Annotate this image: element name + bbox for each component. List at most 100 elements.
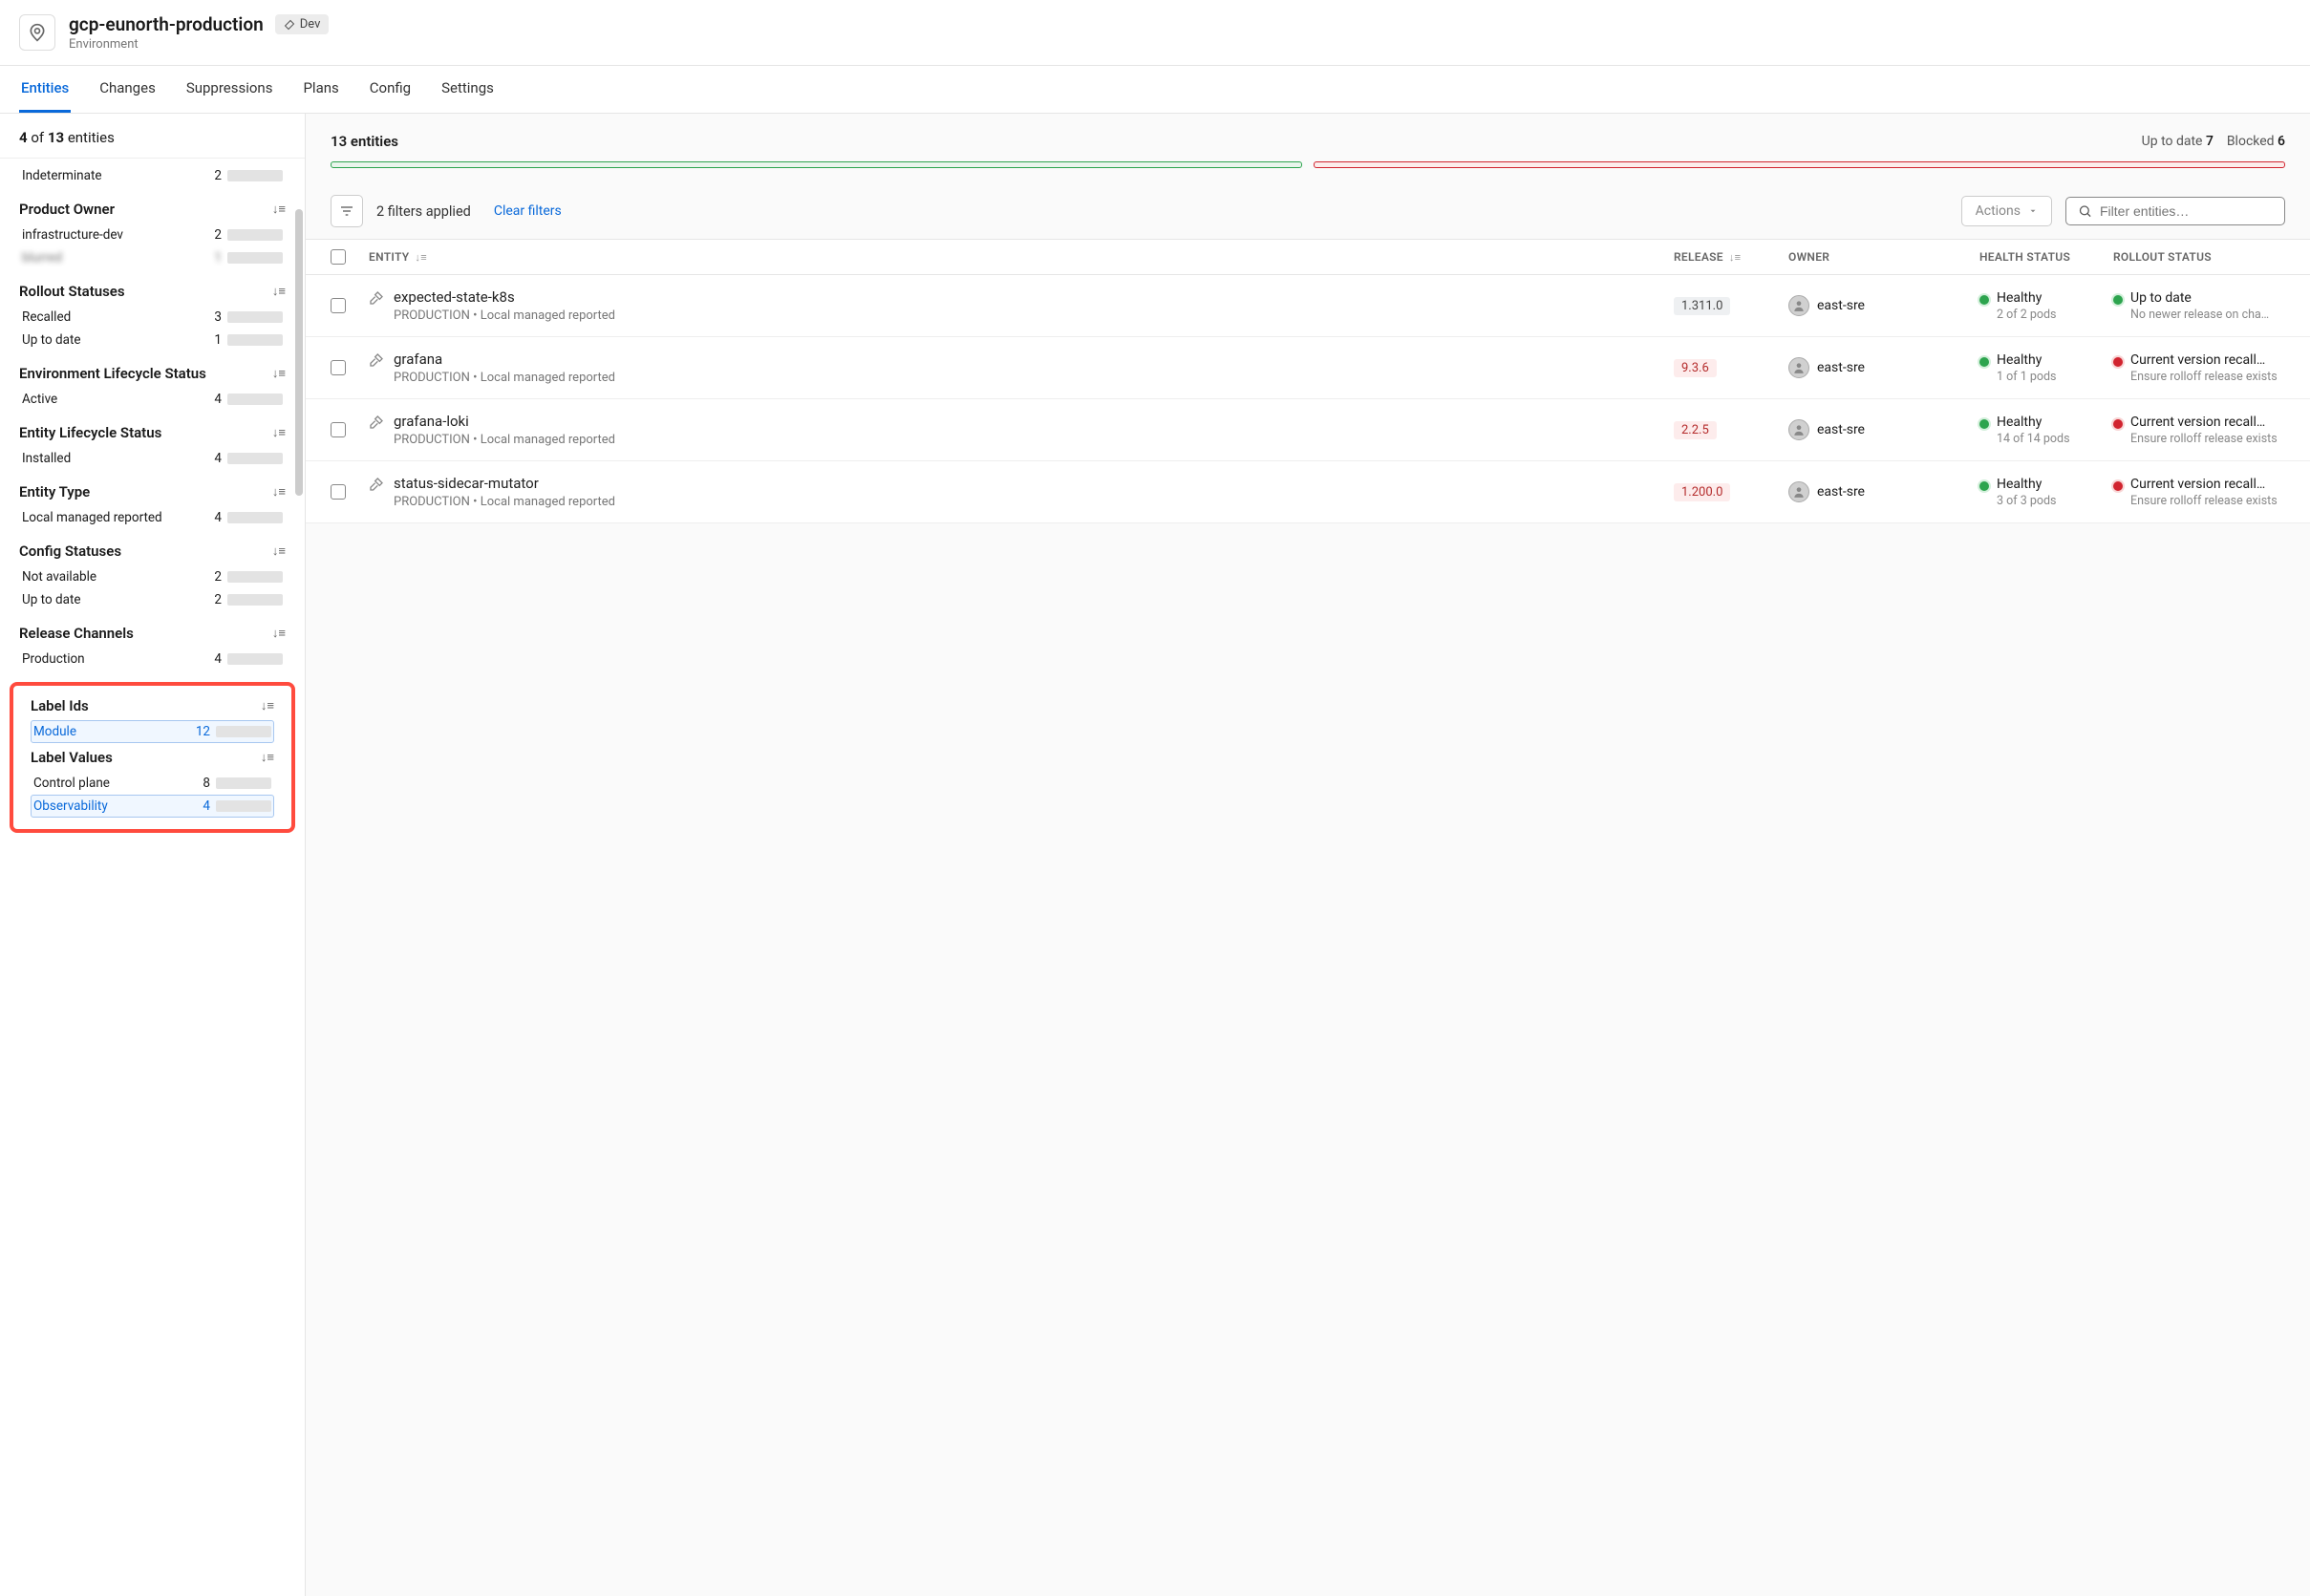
page-subtitle: Environment bbox=[69, 37, 329, 52]
tab-settings[interactable]: Settings bbox=[439, 66, 496, 113]
table-row[interactable]: expected-state-k8sPRODUCTION • Local man… bbox=[306, 275, 2310, 337]
table-row[interactable]: grafana-lokiPRODUCTION • Local managed r… bbox=[306, 399, 2310, 461]
entity-count: 4 of 13 entities bbox=[0, 114, 305, 159]
actions-dropdown[interactable]: Actions bbox=[1961, 196, 2052, 226]
col-entity[interactable]: ENTITY↓≡ bbox=[369, 250, 1674, 264]
owner-name: east-sre bbox=[1817, 422, 1865, 437]
summary-stats: Up to date 7 Blocked 6 bbox=[2142, 134, 2285, 149]
tab-config[interactable]: Config bbox=[368, 66, 413, 113]
facet-title: Entity Lifecycle Status bbox=[19, 424, 161, 441]
facet-row[interactable]: Control plane8 bbox=[31, 772, 274, 795]
sort-icon[interactable]: ↓≡ bbox=[272, 484, 286, 500]
facet-row[interactable]: Module12 bbox=[31, 720, 274, 743]
sort-icon[interactable]: ↓≡ bbox=[415, 251, 427, 264]
entity-name: expected-state-k8s bbox=[394, 288, 615, 306]
sort-icon[interactable]: ↓≡ bbox=[272, 202, 286, 217]
sort-icon[interactable]: ↓≡ bbox=[272, 425, 286, 440]
row-checkbox[interactable] bbox=[331, 298, 346, 313]
tab-plans[interactable]: Plans bbox=[301, 66, 340, 113]
scrollbar[interactable] bbox=[295, 209, 303, 496]
facet-row[interactable]: Active4 bbox=[19, 388, 286, 411]
col-owner[interactable]: OWNER bbox=[1788, 250, 1979, 264]
row-checkbox[interactable] bbox=[331, 360, 346, 375]
rollout-sub: No newer release on cha… bbox=[2130, 308, 2269, 322]
col-rollout[interactable]: ROLLOUT STATUS bbox=[2113, 250, 2285, 264]
release-tag: 1.311.0 bbox=[1674, 297, 1730, 315]
facet-row[interactable]: Up to date1 bbox=[19, 329, 286, 351]
rollout-status: Current version recall… bbox=[2130, 352, 2278, 368]
row-checkbox[interactable] bbox=[331, 422, 346, 437]
hammer-icon bbox=[369, 290, 384, 309]
hammer-icon bbox=[369, 352, 384, 372]
sort-icon[interactable]: ↓≡ bbox=[1729, 251, 1742, 264]
sort-icon[interactable]: ↓≡ bbox=[272, 284, 286, 299]
filters-applied-text: 2 filters applied bbox=[376, 203, 471, 220]
facet-row[interactable]: Recalled3 bbox=[19, 306, 286, 329]
facet-row[interactable]: Not available2 bbox=[19, 565, 286, 588]
facet-row[interactable]: Installed4 bbox=[19, 447, 286, 470]
chevron-down-icon bbox=[2028, 206, 2038, 216]
health-status: Healthy bbox=[1997, 290, 2056, 306]
search-box[interactable] bbox=[2065, 197, 2285, 225]
filter-panel-toggle[interactable] bbox=[331, 195, 363, 227]
entity-meta: PRODUCTION • Local managed reported bbox=[394, 433, 615, 447]
sort-icon[interactable]: ↓≡ bbox=[272, 366, 286, 381]
facet-title: Entity Type bbox=[19, 483, 90, 500]
table-row[interactable]: grafanaPRODUCTION • Local managed report… bbox=[306, 337, 2310, 399]
search-input[interactable] bbox=[2100, 203, 2273, 219]
rollout-status: Up to date bbox=[2130, 290, 2269, 306]
facet-title: Label Ids bbox=[31, 697, 89, 714]
col-health[interactable]: HEALTH STATUS bbox=[1979, 250, 2113, 264]
status-dot bbox=[1979, 419, 1989, 429]
row-checkbox[interactable] bbox=[331, 484, 346, 500]
status-dot bbox=[2113, 357, 2123, 367]
select-all-checkbox[interactable] bbox=[331, 249, 346, 265]
summary-bar-green bbox=[331, 161, 1302, 168]
status-dot bbox=[1979, 357, 1989, 367]
tab-entities[interactable]: Entities bbox=[19, 66, 71, 113]
facet-row[interactable]: Local managed reported4 bbox=[19, 506, 286, 529]
search-icon bbox=[2078, 203, 2092, 219]
facet-row[interactable]: Observability4 bbox=[31, 795, 274, 818]
sort-icon[interactable]: ↓≡ bbox=[261, 698, 274, 713]
hammer-icon bbox=[369, 477, 384, 496]
status-dot bbox=[2113, 419, 2123, 429]
facet-row[interactable]: Indeterminate 2 bbox=[19, 164, 286, 187]
tab-suppressions[interactable]: Suppressions bbox=[184, 66, 275, 113]
col-release[interactable]: RELEASE↓≡ bbox=[1674, 250, 1788, 264]
facet-row[interactable]: Production4 bbox=[19, 648, 286, 670]
tab-changes[interactable]: Changes bbox=[97, 66, 158, 113]
facet-title: Config Statuses bbox=[19, 543, 121, 560]
health-sub: 1 of 1 pods bbox=[1997, 370, 2056, 384]
facet-sidebar: 4 of 13 entities Indeterminate 2 Product… bbox=[0, 114, 306, 1596]
health-sub: 14 of 14 pods bbox=[1997, 432, 2070, 446]
health-sub: 3 of 3 pods bbox=[1997, 494, 2056, 508]
page-header: gcp-eunorth-production Dev Environment bbox=[0, 0, 2310, 66]
rollout-sub: Ensure rolloff release exists bbox=[2130, 494, 2278, 508]
sort-icon[interactable]: ↓≡ bbox=[272, 543, 286, 559]
sort-icon[interactable]: ↓≡ bbox=[261, 750, 274, 765]
summary-bar: 13 entities Up to date 7 Blocked 6 bbox=[306, 114, 2310, 178]
owner-name: east-sre bbox=[1817, 360, 1865, 375]
entity-name: status-sidecar-mutator bbox=[394, 475, 615, 492]
table-header: ENTITY↓≡ RELEASE↓≡ OWNER HEALTH STATUS R… bbox=[306, 239, 2310, 275]
entity-table: ENTITY↓≡ RELEASE↓≡ OWNER HEALTH STATUS R… bbox=[306, 239, 2310, 523]
status-dot bbox=[2113, 481, 2123, 491]
facet-row[interactable]: Up to date2 bbox=[19, 588, 286, 611]
table-row[interactable]: status-sidecar-mutatorPRODUCTION • Local… bbox=[306, 461, 2310, 523]
summary-title: 13 entities bbox=[331, 133, 398, 150]
facet-row[interactable]: infrastructure-dev2 bbox=[19, 223, 286, 246]
release-tag: 1.200.0 bbox=[1674, 483, 1730, 501]
clear-filters-link[interactable]: Clear filters bbox=[494, 203, 562, 219]
tab-bar: Entities Changes Suppressions Plans Config Se… bbox=[0, 66, 2310, 114]
sort-icon[interactable]: ↓≡ bbox=[272, 626, 286, 641]
status-dot bbox=[1979, 295, 1989, 305]
entity-name: grafana bbox=[394, 351, 615, 368]
rollout-sub: Ensure rolloff release exists bbox=[2130, 370, 2278, 384]
summary-bar-red bbox=[1314, 161, 2285, 168]
hammer-icon bbox=[369, 415, 384, 434]
health-sub: 2 of 2 pods bbox=[1997, 308, 2056, 322]
facet-row[interactable]: blurred1 bbox=[19, 246, 286, 269]
main-content: 13 entities Up to date 7 Blocked 6 2 fil… bbox=[306, 114, 2310, 1596]
facet-title: Release Channels bbox=[19, 625, 134, 642]
